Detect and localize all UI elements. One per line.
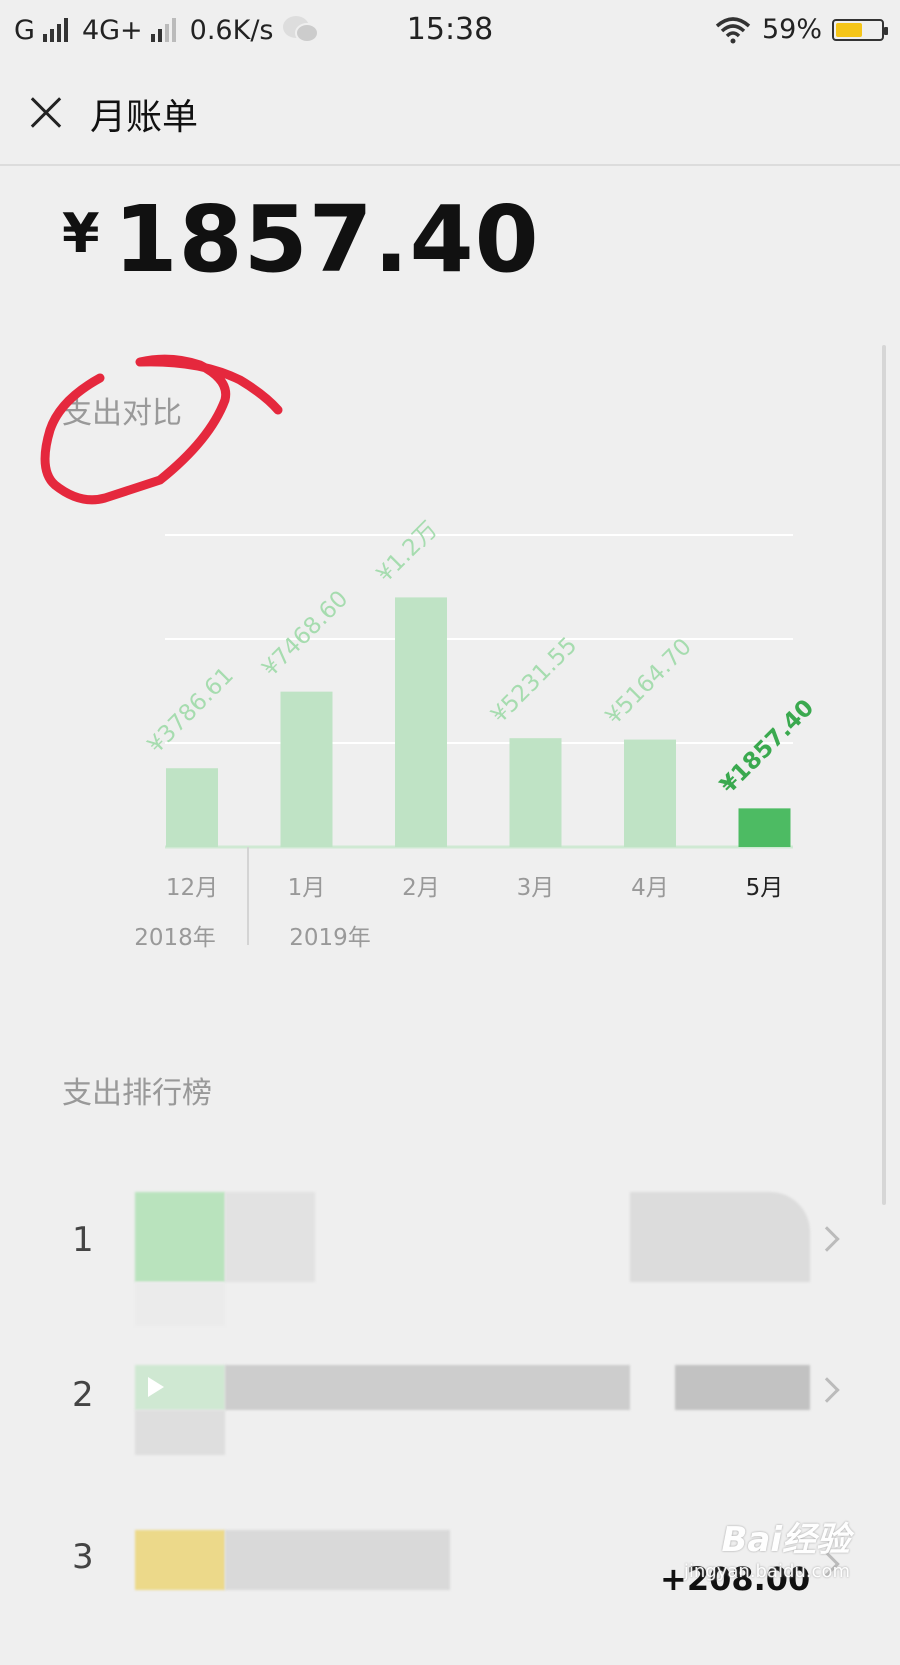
merchant-avatar xyxy=(135,1530,225,1590)
merchant-avatar xyxy=(135,1192,225,1282)
x-tick-label: 1月 xyxy=(288,875,326,901)
chart-bar xyxy=(509,738,562,847)
x-tick-label: 4月 xyxy=(631,875,669,901)
ranking-row[interactable]: 1 xyxy=(0,1180,900,1326)
bar-value-label: ¥7468.60 xyxy=(257,586,353,682)
chart-bar xyxy=(280,691,333,847)
baidu-watermark: Bai经验 jingyan.baidu.com xyxy=(684,1512,850,1582)
redacted-amount xyxy=(630,1192,810,1282)
bar-value-label: ¥3786.61 xyxy=(143,662,239,758)
redacted-subtitle xyxy=(135,1410,225,1455)
bar-value-label: ¥1.2万 xyxy=(372,517,443,588)
redacted-merchant-name xyxy=(225,1530,450,1590)
scrollbar[interactable] xyxy=(882,345,886,1205)
chart-bar xyxy=(738,808,791,847)
ranking-row[interactable]: 2 xyxy=(0,1355,900,1495)
bar-value-label: ¥5231.55 xyxy=(486,632,582,728)
x-tick-label: 3月 xyxy=(517,875,555,901)
chart-bar xyxy=(166,768,218,847)
year-label: 2018年 xyxy=(134,925,216,951)
bar-value-label: ¥1857.40 xyxy=(715,695,819,799)
x-tick-label: 5月 xyxy=(746,875,784,901)
redacted-merchant-name xyxy=(225,1192,315,1282)
rank-number: 1 xyxy=(72,1220,94,1260)
expense-bar-chart: ¥3786.61 12月 ¥7468.60 1月 ¥1.2万 2月 ¥5231.55 3月 ¥5… xyxy=(134,517,819,951)
chart-bar xyxy=(624,739,676,847)
watermark-url: jingyan.baidu.com xyxy=(683,1561,850,1582)
bar-value-label: ¥5164.70 xyxy=(601,634,697,730)
rank-number: 2 xyxy=(72,1375,94,1415)
x-tick-label: 12月 xyxy=(166,875,218,901)
redacted-amount xyxy=(675,1365,810,1410)
ranking-section-title: 支出排行榜 xyxy=(62,1076,212,1111)
redacted-subtitle xyxy=(135,1282,225,1326)
watermark-logo: Bai经验 xyxy=(721,1520,850,1560)
chevron-right-icon[interactable] xyxy=(814,1377,840,1403)
year-label: 2019年 xyxy=(289,925,371,951)
play-icon xyxy=(148,1377,164,1397)
rank-number: 3 xyxy=(72,1537,94,1577)
chevron-right-icon[interactable] xyxy=(814,1226,840,1252)
x-tick-label: 2月 xyxy=(402,875,440,901)
chart-bar xyxy=(395,597,447,847)
redacted-merchant-name xyxy=(225,1365,630,1410)
